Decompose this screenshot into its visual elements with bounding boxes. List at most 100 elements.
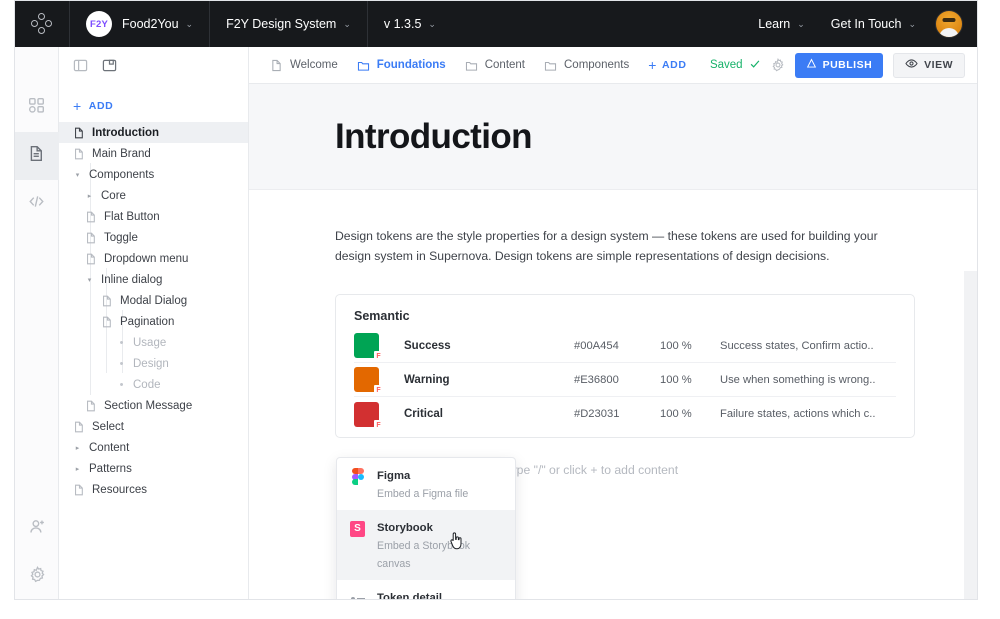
menu-item-storybook[interactable]: S Storybook Embed a Storybook canvas [337,510,515,580]
tree-item-label: Resources [92,483,147,496]
tree-item-label: Core [101,189,126,202]
tree-item-modal-dialog[interactable]: Modal Dialog [59,290,248,311]
save-status: Saved [710,58,761,73]
tree-item-inline-dialog[interactable]: ▾ Inline dialog [59,269,248,290]
tree-item-label: Components [89,168,155,181]
menu-item-figma[interactable]: Figma Embed a Figma file [337,458,515,510]
page-icon [73,148,85,160]
get-in-touch-menu[interactable]: Get In Touch ⌄ [818,1,929,47]
intro-paragraph[interactable]: Design tokens are the style properties f… [335,226,891,266]
tree-item-introduction[interactable]: Introduction [59,122,248,143]
page-icon [101,295,113,307]
table-row[interactable]: F Critical #D23031 100 % Failure states,… [354,397,896,431]
user-avatar[interactable] [935,10,963,38]
token-name: Success [404,339,451,352]
tree-item-select[interactable]: Select [59,416,248,437]
bullet-icon: • [119,336,124,349]
document-tab-bar: Welcome Foundations Content Components +… [15,46,977,84]
tree-item-label: Inline dialog [101,273,163,286]
storybook-letter: S [350,520,365,537]
get-in-touch-label: Get In Touch [830,17,902,31]
tree-item-dropdown-menu[interactable]: Dropdown menu [59,248,248,269]
tab-label: Components [564,59,630,71]
color-swatch: F [354,401,383,431]
tree-item-usage[interactable]: • Usage [59,332,248,353]
workspace-switcher[interactable]: F2Y Food2You ⌄ [70,1,211,47]
rail-item-grid[interactable] [15,84,59,132]
menu-item-token-detail[interactable]: Token detail Add a single token [337,580,515,600]
tree-item-flat-button[interactable]: Flat Button [59,206,248,227]
check-icon [749,58,761,73]
color-swatch: F [354,333,383,362]
table-row[interactable]: F Success #00A454 100 % Success states, … [354,329,896,363]
tree-item-toggle[interactable]: Toggle [59,227,248,248]
folder-icon [465,59,478,72]
gear-icon [29,566,46,588]
table-row[interactable]: F Warning #E36800 100 % Use when somethi… [354,363,896,397]
chevron-right-icon[interactable]: ▸ [73,444,82,452]
chevron-down-icon[interactable]: ▾ [85,276,94,284]
swatch-cell: F [354,333,404,362]
tree-item-design[interactable]: • Design [59,353,248,374]
chevron-right-icon[interactable]: ▸ [85,192,94,200]
storybook-icon: S [349,520,366,537]
page-hero-banner: Introduction [249,84,977,190]
tree-item-code[interactable]: • Code [59,374,248,395]
token-opacity: 100 % [660,373,692,386]
add-tab-button[interactable]: + ADD [648,57,686,73]
publish-label: PUBLISH [822,59,873,71]
view-button[interactable]: VIEW [893,52,965,78]
token-hex: #00A454 [574,339,619,352]
tab-welcome[interactable]: Welcome [262,55,346,76]
chevron-right-icon[interactable]: ▸ [73,465,82,473]
sidebar-add-button[interactable]: + ADD [59,90,248,122]
tree-item-main-brand[interactable]: Main Brand [59,143,248,164]
page-tree-sidebar: + ADD Introduction Main Brand ▾ Componen… [59,84,249,599]
tab-label: Content [484,59,525,71]
app-window: F2Y Food2You ⌄ F2Y Design System ⌄ v 1.3… [14,0,978,600]
token-hex: #E36800 [574,373,619,386]
tree-item-section-message[interactable]: Section Message [59,395,248,416]
folder-icon [357,59,370,72]
tab-content[interactable]: Content [457,55,533,76]
design-system-switcher[interactable]: F2Y Design System ⌄ [210,1,368,47]
tree-item-pagination[interactable]: Pagination [59,311,248,332]
menu-item-title: Figma [377,470,411,482]
tree-item-label: Patterns [89,462,132,475]
rail-item-pages[interactable] [15,132,59,180]
tree-item-label: Section Message [104,399,193,412]
tree-item-resources[interactable]: Resources [59,479,248,500]
publish-icon [806,58,817,72]
rail-item-code[interactable] [15,180,59,228]
panel-save-icon[interactable] [102,58,117,73]
top-navigation-bar: F2Y Food2You ⌄ F2Y Design System ⌄ v 1.3… [15,1,977,47]
code-icon [28,193,45,215]
vertical-scrollbar[interactable] [964,271,977,599]
token-group-card: Semantic F Success #00A454 100 % Success… [335,294,915,438]
tree-item-content[interactable]: ▸ Content [59,437,248,458]
primary-nav-rail [15,84,59,599]
settings-gear-icon[interactable] [771,58,785,72]
publish-button[interactable]: PUBLISH [794,52,884,78]
learn-menu[interactable]: Learn ⌄ [745,1,818,47]
rail-item-settings[interactable] [15,553,59,599]
tree-item-components[interactable]: ▾ Components [59,164,248,185]
tab-foundations[interactable]: Foundations [349,55,454,76]
tab-components[interactable]: Components [536,55,637,76]
app-logo-button[interactable] [15,1,70,47]
supernova-logo-icon [31,13,53,35]
tree-item-patterns[interactable]: ▸ Patterns [59,458,248,479]
rail-item-invite[interactable] [15,505,59,553]
figma-source-badge: F [374,351,383,362]
tree-item-core[interactable]: ▸ Core [59,185,248,206]
panel-layout-icon[interactable] [73,58,88,73]
figma-source-badge: F [374,385,383,396]
plus-icon: + [73,98,82,114]
menu-item-title: Token detail [377,592,443,600]
bullet-icon: • [119,378,124,391]
page-icon [85,232,97,244]
plus-icon: + [648,57,657,73]
page-icon [73,421,85,433]
chevron-down-icon[interactable]: ▾ [73,171,82,179]
version-switcher[interactable]: v 1.3.5 ⌄ [368,1,452,47]
